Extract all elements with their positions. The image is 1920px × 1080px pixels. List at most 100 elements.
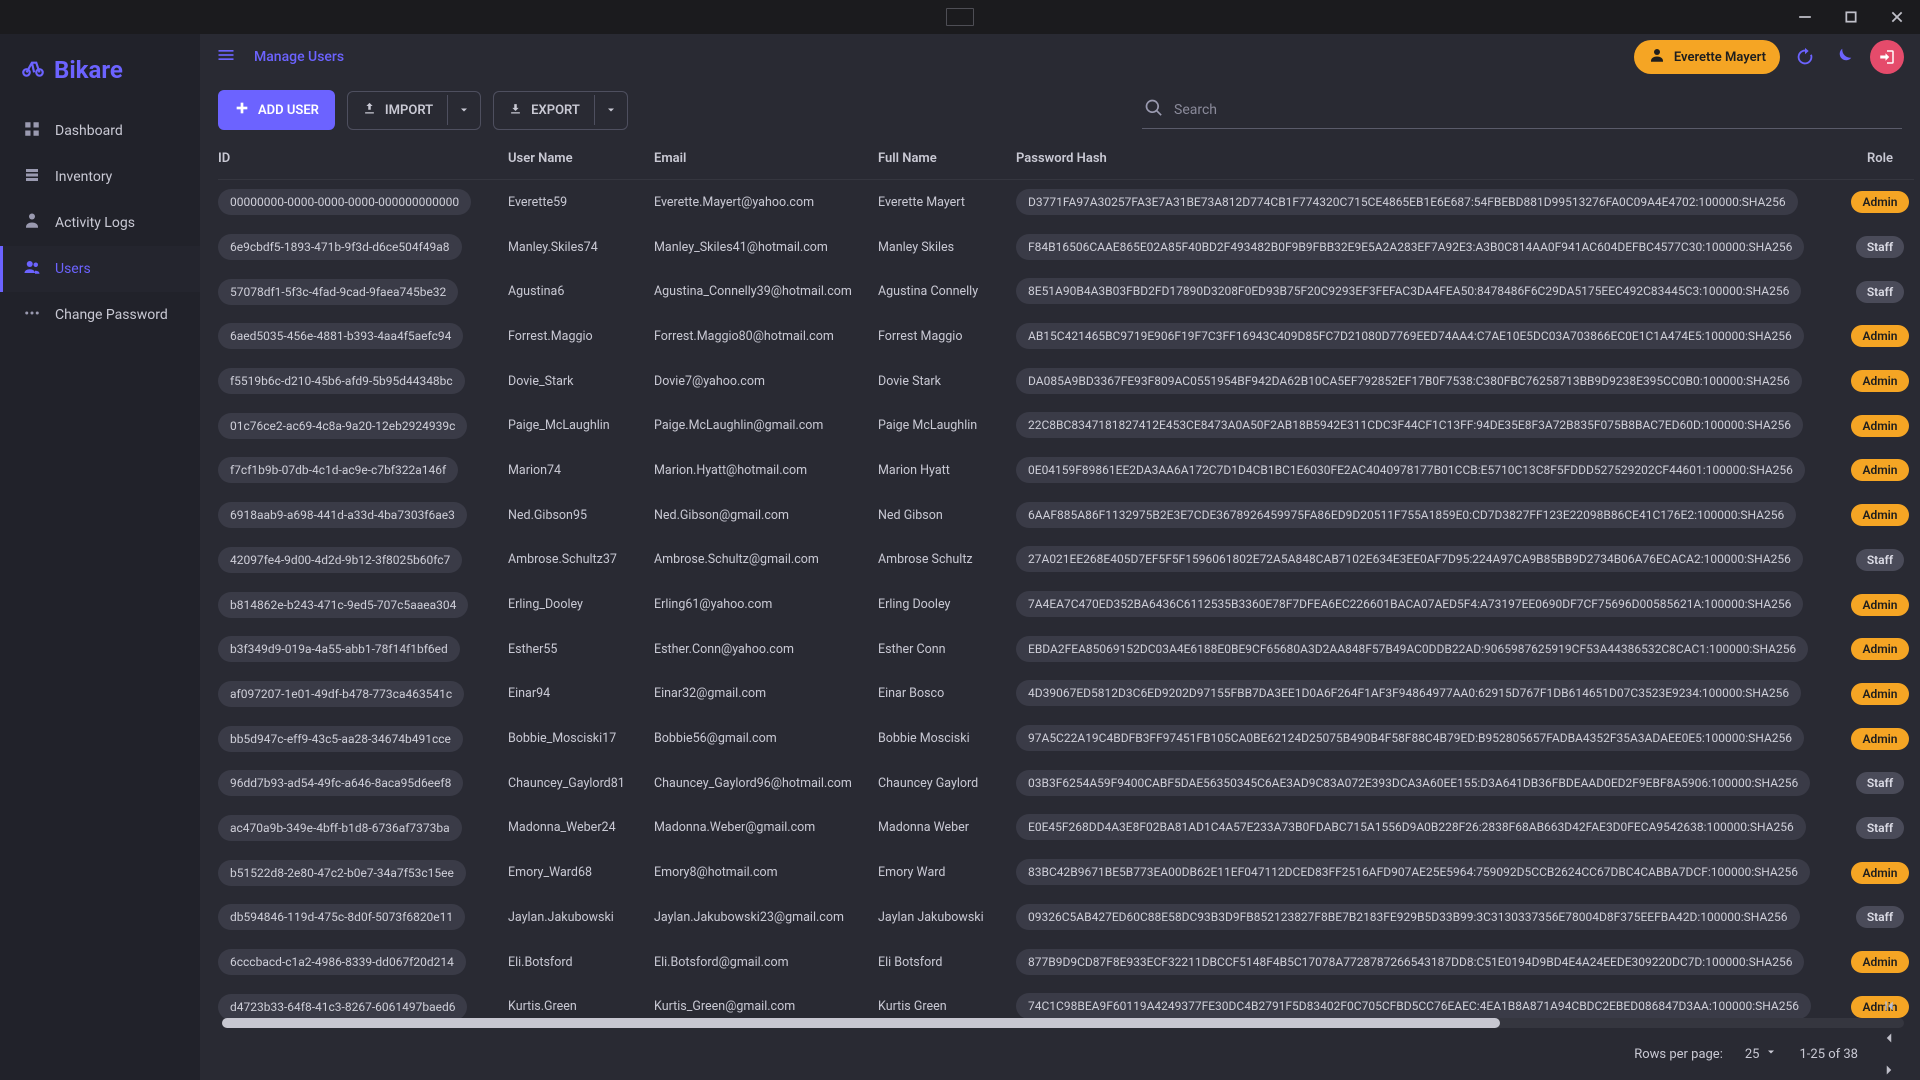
cell-id: af097207-1e01-49df-b478-773ca463541c [218,681,464,707]
table-row[interactable]: b3f349d9-019a-4a55-abb1-78f14f1bf6edEsth… [218,627,1914,672]
sidebar-item-activity-logs[interactable]: Activity Logs [0,200,200,246]
col-role[interactable]: Role [1846,151,1914,166]
cell-hash: 7A4EA7C470ED352BA6436C6112535B3360E78F7D… [1016,591,1803,617]
cell-username: Marion74 [508,463,654,478]
cell-id: bb5d947c-eff9-43c5-aa28-34674b491cce [218,726,463,752]
table-row[interactable]: f5519b6c-d210-45b6-afd9-5b95d44348bcDovi… [218,359,1914,404]
horizontal-scrollbar[interactable] [222,1018,1904,1028]
cell-username: Ned.Gibson95 [508,508,654,523]
add-user-label: ADD USER [258,103,319,118]
table-row[interactable]: 6e9cbdf5-1893-471b-9f3d-d6ce504f49a8Manl… [218,225,1914,270]
page-range: 1-25 of 38 [1799,1047,1858,1062]
user-icon [1648,46,1666,68]
table-row[interactable]: bb5d947c-eff9-43c5-aa28-34674b491cce Bobb… [218,716,1914,761]
logout-button[interactable] [1870,40,1904,74]
current-user-name: Everette Mayert [1674,50,1766,65]
role-badge: Staff [1856,817,1904,839]
table-row[interactable]: 42097fe4-9d00-4d2d-9b12-3f8025b60fc7Ambr… [218,538,1914,583]
table-row[interactable]: 6918aab9-a698-441d-a33d-4ba7303f6ae3Ned.… [218,493,1914,538]
table-row[interactable]: 57078df1-5f3c-4fad-9cad-9faea745be32Agus… [218,269,1914,314]
cell-hash: 09326C5AB427ED60C88E58DC93B3D9FB85212382… [1016,904,1800,930]
next-page-button[interactable] [1880,1061,1898,1079]
table-row[interactable]: 96dd7b93-ad54-49fc-a646-8aca95d6eef8Chau… [218,761,1914,806]
import-button[interactable]: IMPORT [347,91,481,130]
window-close-button[interactable] [1874,0,1920,34]
cell-fullname: Dovie Stark [878,374,1016,389]
table-row[interactable]: d4723b33-64f8-41c3-8267-6061497baed6Kurt… [218,984,1914,1018]
cell-email: Madonna.Weber@gmail.com [654,820,878,835]
cell-id: d4723b33-64f8-41c3-8267-6061497baed6 [218,994,467,1018]
cell-username: Bobbie_Mosciski17 [508,731,654,746]
cell-username: Chauncey_Gaylord81 [508,776,654,791]
sidebar-item-label: Dashboard [55,123,123,139]
table-row[interactable]: 6aed5035-456e-4881-b393-4aa4f5aefc94Forr… [218,314,1914,359]
sidebar-item-inventory[interactable]: Inventory [0,154,200,200]
cell-username: Einar94 [508,686,654,701]
brand[interactable]: Bikare [0,34,200,108]
refresh-button[interactable] [1794,46,1818,68]
first-page-button[interactable] [1880,997,1898,1015]
sidebar-item-users[interactable]: Users [0,246,200,292]
cell-username: Agustina6 [508,284,654,299]
prev-page-button[interactable] [1880,1029,1898,1047]
col-id[interactable]: ID [218,151,508,166]
table-row[interactable]: 01c76ce2-ac69-4c8a-9a20-12eb2924939c Paig… [218,403,1914,448]
table-row[interactable]: b814862e-b243-471c-9ed5-707c5aaea304Erli… [218,582,1914,627]
role-badge: Admin [1851,415,1908,437]
add-user-button[interactable]: ADD USER [218,90,335,130]
sidebar-item-label: Inventory [55,169,112,185]
window-maximize-button[interactable] [1828,0,1874,34]
cell-id: 6e9cbdf5-1893-471b-9f3d-d6ce504f49a8 [218,234,462,260]
scrollbar-thumb[interactable] [222,1018,1500,1028]
role-badge: Admin [1851,504,1908,526]
nav-icon [23,258,41,280]
cell-fullname: Ned Gibson [878,508,1016,523]
col-fullname[interactable]: Full Name [878,151,1016,166]
cell-email: Forrest.Maggio80@hotmail.com [654,329,878,344]
rows-per-page-select[interactable]: 25 [1745,1046,1778,1062]
cell-hash: D3771FA97A30257FA3E7A31BE73A812D774CB1F7… [1016,189,1798,215]
export-dropdown[interactable] [594,95,627,125]
window-minimize-button[interactable] [1782,0,1828,34]
sidebar-item-change-password[interactable]: Change Password [0,292,200,338]
col-hash[interactable]: Password Hash [1016,151,1846,166]
table-row[interactable]: af097207-1e01-49df-b478-773ca463541c Eina… [218,672,1914,717]
table-row[interactable]: b51522d8-2e80-47c2-b0e7-34a7f53c15eeEmor… [218,850,1914,895]
cell-hash: 4D39067ED5812D3C6ED9202D97155FBB7DA3EE1D… [1016,680,1801,706]
search-input[interactable] [1174,102,1900,118]
col-email[interactable]: Email [654,151,878,166]
col-username[interactable]: User Name [508,151,654,166]
current-user-chip[interactable]: Everette Mayert [1634,40,1780,74]
cell-id: db594846-119d-475c-8d0f-5073f6820e11 [218,904,465,930]
nav-icon [23,212,41,234]
cell-fullname: Madonna Weber [878,820,1016,835]
upload-icon [362,101,377,120]
table-row[interactable]: 00000000-0000-0000-0000-000000000000Ever… [218,180,1914,225]
cell-username: Madonna_Weber24 [508,820,654,835]
import-dropdown[interactable] [447,95,480,125]
table-row[interactable]: f7cf1b9b-07db-4c1d-ac9e-c7bf322a146fMari… [218,448,1914,493]
table-row[interactable]: db594846-119d-475c-8d0f-5073f6820e11 Jayl… [218,895,1914,940]
cell-hash: F84B16506CAAE865E02A85F40BD2F493482B0F9B… [1016,234,1804,260]
hamburger-icon[interactable] [216,45,236,69]
search-field[interactable] [1142,92,1902,129]
cell-username: Eli.Botsford [508,955,654,970]
cell-id: 01c76ce2-ac69-4c8a-9a20-12eb2924939c [218,413,467,439]
cell-username: Erling_Dooley [508,597,654,612]
cell-username: Esther55 [508,642,654,657]
cell-fullname: Paige McLaughlin [878,418,1016,433]
role-badge: Admin [1851,370,1908,392]
role-badge: Staff [1856,906,1904,928]
cell-username: Everette59 [508,195,654,210]
cell-email: Chauncey_Gaylord96@hotmail.com [654,776,878,791]
table-row[interactable]: ac470a9b-349e-4bff-b1d8-6736af7373baMado… [218,806,1914,851]
cell-fullname: Eli Botsford [878,955,1016,970]
table-row[interactable]: 6cccbacd-c1a2-4986-8339-dd067f20d214Eli.… [218,940,1914,985]
rows-per-page-value: 25 [1745,1047,1760,1062]
dark-mode-toggle[interactable] [1832,46,1856,68]
cell-email: Paige.McLaughlin@gmail.com [654,418,878,433]
cell-email: Jaylan.Jakubowski23@gmail.com [654,910,878,925]
role-badge: Staff [1856,281,1904,303]
sidebar-item-dashboard[interactable]: Dashboard [0,108,200,154]
export-button[interactable]: EXPORT [493,91,628,130]
